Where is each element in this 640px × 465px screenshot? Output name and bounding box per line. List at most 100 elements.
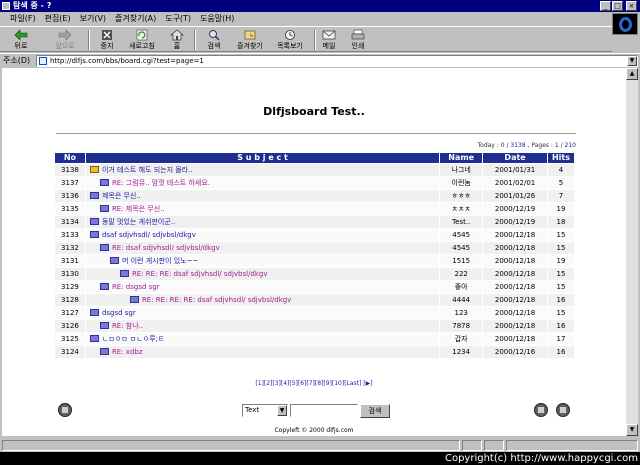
row-subject-link[interactable]: RE: dsgsd sgr — [112, 283, 160, 291]
table-row[interactable]: 3132 RE: dsaf sdjvhsdl/ sdjvbsl/dkgv 4545 2… — [55, 242, 574, 254]
menu-tools[interactable]: 도구(T) — [165, 12, 191, 25]
table-row[interactable]: 3135 RE: 제목은 무신.. ㅊㅊㅊ 2000/12/19 19 — [55, 203, 574, 215]
row-subject[interactable]: RE: 그럼뮤.. 맘껏 테스트 하세요. — [85, 177, 440, 189]
row-subject[interactable]: RE: RE: RE: RE: dsaf sdjvhsdl/ sdjvbsl/d… — [85, 294, 440, 306]
write-round-button[interactable] — [534, 403, 548, 417]
row-subject-link[interactable]: dsaf sdjvhsdl/ sdjvbsl/dkgv — [102, 231, 196, 239]
toolbar: 뒤로 앞으로 중지 새로고침 홈 검색 즐겨찾기 목록보기 메일 인쇄 — [0, 26, 612, 52]
table-row[interactable]: 3137 RE: 그럼뮤.. 맘껏 테스트 하세요. 이런놈 2001/02/01 5 — [55, 177, 574, 189]
address-input[interactable]: http://dlfjs.com/bbs/board.cgi?test=page… — [36, 55, 638, 67]
row-subject-link[interactable]: RE: dsaf sdjvhsdl/ sdjvbsl/dkgv — [112, 244, 220, 252]
search-submit-button[interactable]: 검색 — [360, 404, 390, 418]
print-button[interactable]: 인쇄 — [346, 29, 370, 53]
row-subject-link[interactable]: 머 이런 게시판이 있노~~ — [122, 257, 198, 265]
page-content: Dlfjsboard Test.. Today : 0 / 3138 , Pag… — [2, 68, 626, 436]
address-url[interactable]: http://dlfjs.com/bbs/board.cgi?test=page… — [50, 56, 204, 66]
row-no: 3128 — [55, 294, 85, 306]
forward-button[interactable]: 앞으로 — [48, 29, 82, 53]
divider — [56, 133, 576, 134]
row-subject-link[interactable]: RE: RE: RE: RE: dsaf sdjvhsdl/ sdjvbsl/d… — [142, 296, 291, 304]
menu-file[interactable]: 파일(F) — [10, 12, 36, 25]
refresh-label: 새로고침 — [129, 42, 155, 50]
table-row[interactable]: 3126 RE: 참나.. 7878 2000/12/18 16 — [55, 320, 574, 332]
address-dropdown-button[interactable]: ▼ — [627, 56, 637, 66]
folder-icon — [99, 321, 109, 329]
search-field-select[interactable]: Text ▼ — [242, 404, 288, 417]
row-date: 2000/12/16 — [483, 346, 548, 358]
row-subject-link[interactable]: RE: RE: RE: dsaf sdjvhsdl/ sdjvbsl/dkgv — [132, 270, 268, 278]
table-row[interactable]: 3127 dsgsd sgr 123 2000/12/18 15 — [55, 307, 574, 319]
table-row[interactable]: 3124 RE: xdbz 1234 2000/12/16 16 — [55, 346, 574, 358]
maximize-button[interactable]: □ — [612, 1, 623, 11]
row-subject[interactable]: RE: 참나.. — [85, 320, 440, 332]
row-subject[interactable]: RE: dsaf sdjvhsdl/ sdjvbsl/dkgv — [85, 242, 440, 254]
row-name: 갑자 — [440, 333, 483, 345]
row-subject-link[interactable]: dsgsd sgr — [102, 309, 136, 317]
search-input[interactable] — [290, 404, 358, 417]
menu-help[interactable]: 도움말(H) — [200, 12, 234, 25]
scroll-up-button[interactable]: ▲ — [626, 68, 638, 80]
row-name: ㅊㅊㅊ — [440, 203, 483, 215]
row-subject[interactable]: 동말 멋있는 게쉬판이군.. — [85, 216, 440, 228]
history-button[interactable]: 목록보기 — [272, 29, 308, 53]
table-row[interactable]: 3134 동말 멋있는 게쉬판이군.. Test.. 2000/12/19 18 — [55, 216, 574, 228]
table-row[interactable]: 3130 RE: RE: RE: dsaf sdjvhsdl/ sdjvbsl/d… — [55, 268, 574, 280]
search-button[interactable]: 검색 — [202, 29, 226, 53]
refresh-button[interactable]: 새로고침 — [124, 29, 160, 53]
row-subject-link[interactable]: 이거 테스트 해도 되는지 몰라.. — [102, 166, 193, 174]
row-subject[interactable]: RE: dsgsd sgr — [85, 281, 440, 293]
chevron-down-icon[interactable]: ▼ — [277, 405, 287, 416]
scroll-down-button[interactable]: ▼ — [626, 424, 638, 436]
row-no: 3130 — [55, 268, 85, 280]
table-row[interactable]: 3129 RE: dsgsd sgr 좋아 2000/12/18 15 — [55, 281, 574, 293]
menu-edit[interactable]: 편집(E) — [45, 12, 71, 25]
toolbar-separator — [88, 30, 90, 50]
row-subject-link[interactable]: ㄴㅁㅇㅁ ㅁㄴㅇ루;ㅌ — [102, 335, 165, 343]
column-header-hits: Hits — [548, 153, 574, 163]
row-subject[interactable]: 이거 테스트 해도 되는지 몰라.. — [85, 164, 440, 176]
row-subject-link[interactable]: RE: 참나.. — [112, 322, 143, 330]
back-button[interactable]: 뒤로 — [6, 29, 36, 53]
row-subject[interactable]: RE: RE: RE: dsaf sdjvhsdl/ sdjvbsl/dkgv — [85, 268, 440, 280]
row-no: 3138 — [55, 164, 85, 176]
row-subject[interactable]: dsaf sdjvhsdl/ sdjvbsl/dkgv — [85, 229, 440, 241]
row-subject[interactable]: 머 이런 게시판이 있노~~ — [85, 255, 440, 267]
minimize-button[interactable]: _ — [600, 1, 611, 11]
table-row[interactable]: 3136 제목은 무신.. ㅎㅎㅎ 2001/01/26 7 — [55, 190, 574, 202]
row-subject-link[interactable]: 제목은 무신.. — [102, 192, 141, 200]
table-row[interactable]: 3138 이거 테스트 해도 되는지 몰라.. 나그네 2001/01/31 4 — [55, 164, 574, 176]
row-subject[interactable]: RE: 제목은 무신.. — [85, 203, 440, 215]
menu-favorites[interactable]: 즐겨찾기(A) — [115, 12, 156, 25]
row-subject[interactable]: RE: xdbz — [85, 346, 440, 358]
row-subject-link[interactable]: 동말 멋있는 게쉬판이군.. — [102, 218, 175, 226]
table-row[interactable]: 3125 ㄴㅁㅇㅁ ㅁㄴㅇ루;ㅌ 갑자 2000/12/18 17 — [55, 333, 574, 345]
row-date: 2000/12/19 — [483, 216, 548, 228]
row-subject[interactable]: dsgsd sgr — [85, 307, 440, 319]
row-name: 나그네 — [440, 164, 483, 176]
favorites-button[interactable]: 즐겨찾기 — [232, 29, 268, 53]
row-subject[interactable]: 제목은 무신.. — [85, 190, 440, 202]
window-icon[interactable] — [2, 2, 10, 10]
row-subject[interactable]: ㄴㅁㅇㅁ ㅁㄴㅇ루;ㅌ — [85, 333, 440, 345]
back-arrow-icon — [14, 29, 28, 41]
home-button[interactable]: 홈 — [166, 29, 188, 53]
menu-view[interactable]: 보기(V) — [80, 12, 106, 25]
table-row[interactable]: 3131 머 이런 게시판이 있노~~ 1515 2000/12/18 19 — [55, 255, 574, 267]
stop-button[interactable]: 중지 — [95, 29, 119, 53]
folder-icon — [89, 217, 99, 225]
list-icon — [560, 407, 566, 413]
list-round-button[interactable] — [556, 403, 570, 417]
mail-label: 메일 — [322, 42, 336, 50]
pagination[interactable]: [1][2][3][4][5][6][7][8][9][10][Last] [▶… — [2, 380, 626, 387]
title-bar[interactable]: 탐색 중 - ? _ □ × — [0, 0, 640, 12]
close-button[interactable]: × — [626, 1, 637, 11]
row-subject-link[interactable]: RE: 그럼뮤.. 맘껏 테스트 하세요. — [112, 179, 210, 187]
mail-button[interactable]: 메일 — [318, 29, 340, 53]
table-row[interactable]: 3128 RE: RE: RE: RE: dsaf sdjvhsdl/ sdjvb… — [55, 294, 574, 306]
status-text-cell — [2, 440, 460, 451]
table-row[interactable]: 3133 dsaf sdjvhsdl/ sdjvbsl/dkgv 4545 2000/… — [55, 229, 574, 241]
row-subject-link[interactable]: RE: 제목은 무신.. — [112, 205, 165, 213]
row-subject-link[interactable]: RE: xdbz — [112, 348, 143, 356]
vertical-scrollbar[interactable]: ▲ ▼ — [626, 68, 638, 436]
home-round-button[interactable] — [58, 403, 72, 417]
